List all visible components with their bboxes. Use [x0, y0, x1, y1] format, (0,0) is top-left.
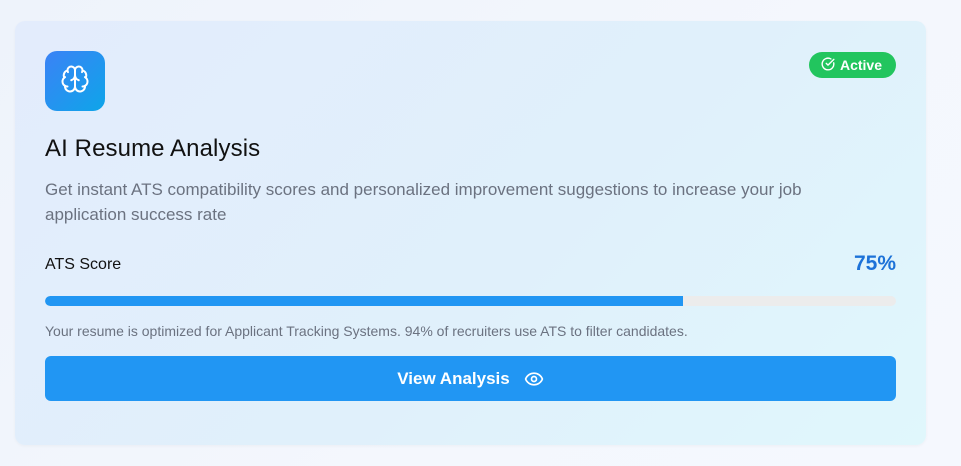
ats-score-value: 75%: [853, 252, 896, 275]
view-analysis-button[interactable]: View Analysis: [45, 356, 896, 401]
feature-title: AI Resume Analysis: [45, 135, 261, 162]
view-analysis-label: View Analysis: [397, 368, 510, 388]
ats-progress-bar: [45, 296, 896, 306]
feature-description: Get instant ATS compatibility scores and…: [45, 180, 802, 224]
brain-icon: [60, 64, 90, 99]
eye-icon: [524, 369, 544, 389]
feature-logo: [45, 51, 105, 111]
ats-note: Your resume is optimized for Applicant T…: [45, 323, 688, 339]
status-badge: Active: [808, 52, 896, 78]
ats-progress-fill: [45, 296, 684, 306]
ats-score-label: ATS Score: [45, 256, 122, 273]
feature-card: Active AI Resume Analysis Get instant AT…: [15, 21, 926, 445]
status-label: Active: [839, 57, 882, 73]
check-circle-icon: [821, 57, 835, 74]
